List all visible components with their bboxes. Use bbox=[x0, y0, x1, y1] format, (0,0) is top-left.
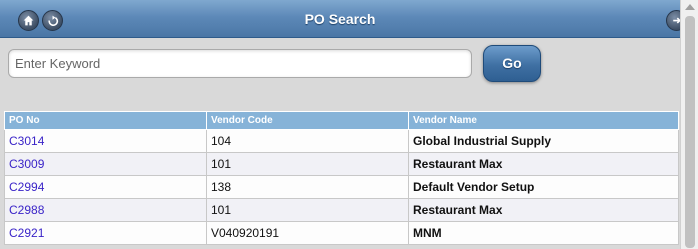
app-viewport: PO Search Go PO No Vendor Code Vendor Na… bbox=[0, 0, 698, 249]
search-input[interactable] bbox=[8, 49, 472, 78]
po-number-cell[interactable]: C2921 bbox=[4, 221, 207, 245]
table-row[interactable]: C2921 V040920191 MNM bbox=[4, 221, 679, 245]
column-header-vendor-code[interactable]: Vendor Code bbox=[206, 111, 409, 130]
vendor-code-cell: 101 bbox=[206, 198, 409, 222]
vertical-scrollbar[interactable] bbox=[680, 0, 698, 249]
po-number-cell[interactable]: C3009 bbox=[4, 152, 207, 176]
page-header: PO Search bbox=[0, 0, 687, 38]
vendor-code-cell: 104 bbox=[206, 129, 409, 153]
vendor-code-cell: 138 bbox=[206, 175, 409, 199]
vendor-name-cell: MNM bbox=[408, 221, 679, 245]
vendor-name-cell: Global Industrial Supply bbox=[408, 129, 679, 153]
table-row[interactable]: C3014 104 Global Industrial Supply bbox=[4, 129, 679, 153]
table-row[interactable]: C2988 101 Restaurant Max bbox=[4, 198, 679, 222]
vendor-name-cell: Restaurant Max bbox=[408, 198, 679, 222]
column-header-vendor-name[interactable]: Vendor Name bbox=[408, 111, 679, 130]
vendor-code-cell: V040920191 bbox=[206, 221, 409, 245]
po-results-table: PO No Vendor Code Vendor Name C3014 104 … bbox=[4, 111, 679, 245]
table-row[interactable]: C3009 101 Restaurant Max bbox=[4, 152, 679, 176]
po-number-cell[interactable]: C3014 bbox=[4, 129, 207, 153]
page-title: PO Search bbox=[304, 11, 376, 27]
po-link[interactable]: C2921 bbox=[9, 226, 44, 240]
vendor-name-cell: Default Vendor Setup bbox=[408, 175, 679, 199]
scroll-thumb[interactable] bbox=[685, 16, 695, 248]
po-link[interactable]: C3009 bbox=[9, 157, 44, 171]
table-header-row: PO No Vendor Code Vendor Name bbox=[4, 111, 679, 130]
vendor-code-cell: 101 bbox=[206, 152, 409, 176]
po-link[interactable]: C2988 bbox=[9, 203, 44, 217]
po-number-cell[interactable]: C2994 bbox=[4, 175, 207, 199]
table-row[interactable]: C2994 138 Default Vendor Setup bbox=[4, 175, 679, 199]
scroll-up-icon[interactable] bbox=[685, 4, 695, 10]
po-number-cell[interactable]: C2988 bbox=[4, 198, 207, 222]
go-button[interactable]: Go bbox=[483, 45, 541, 82]
po-link[interactable]: C3014 bbox=[9, 134, 44, 148]
column-header-po-no[interactable]: PO No bbox=[4, 111, 207, 130]
po-link[interactable]: C2994 bbox=[9, 180, 44, 194]
vendor-name-cell: Restaurant Max bbox=[408, 152, 679, 176]
